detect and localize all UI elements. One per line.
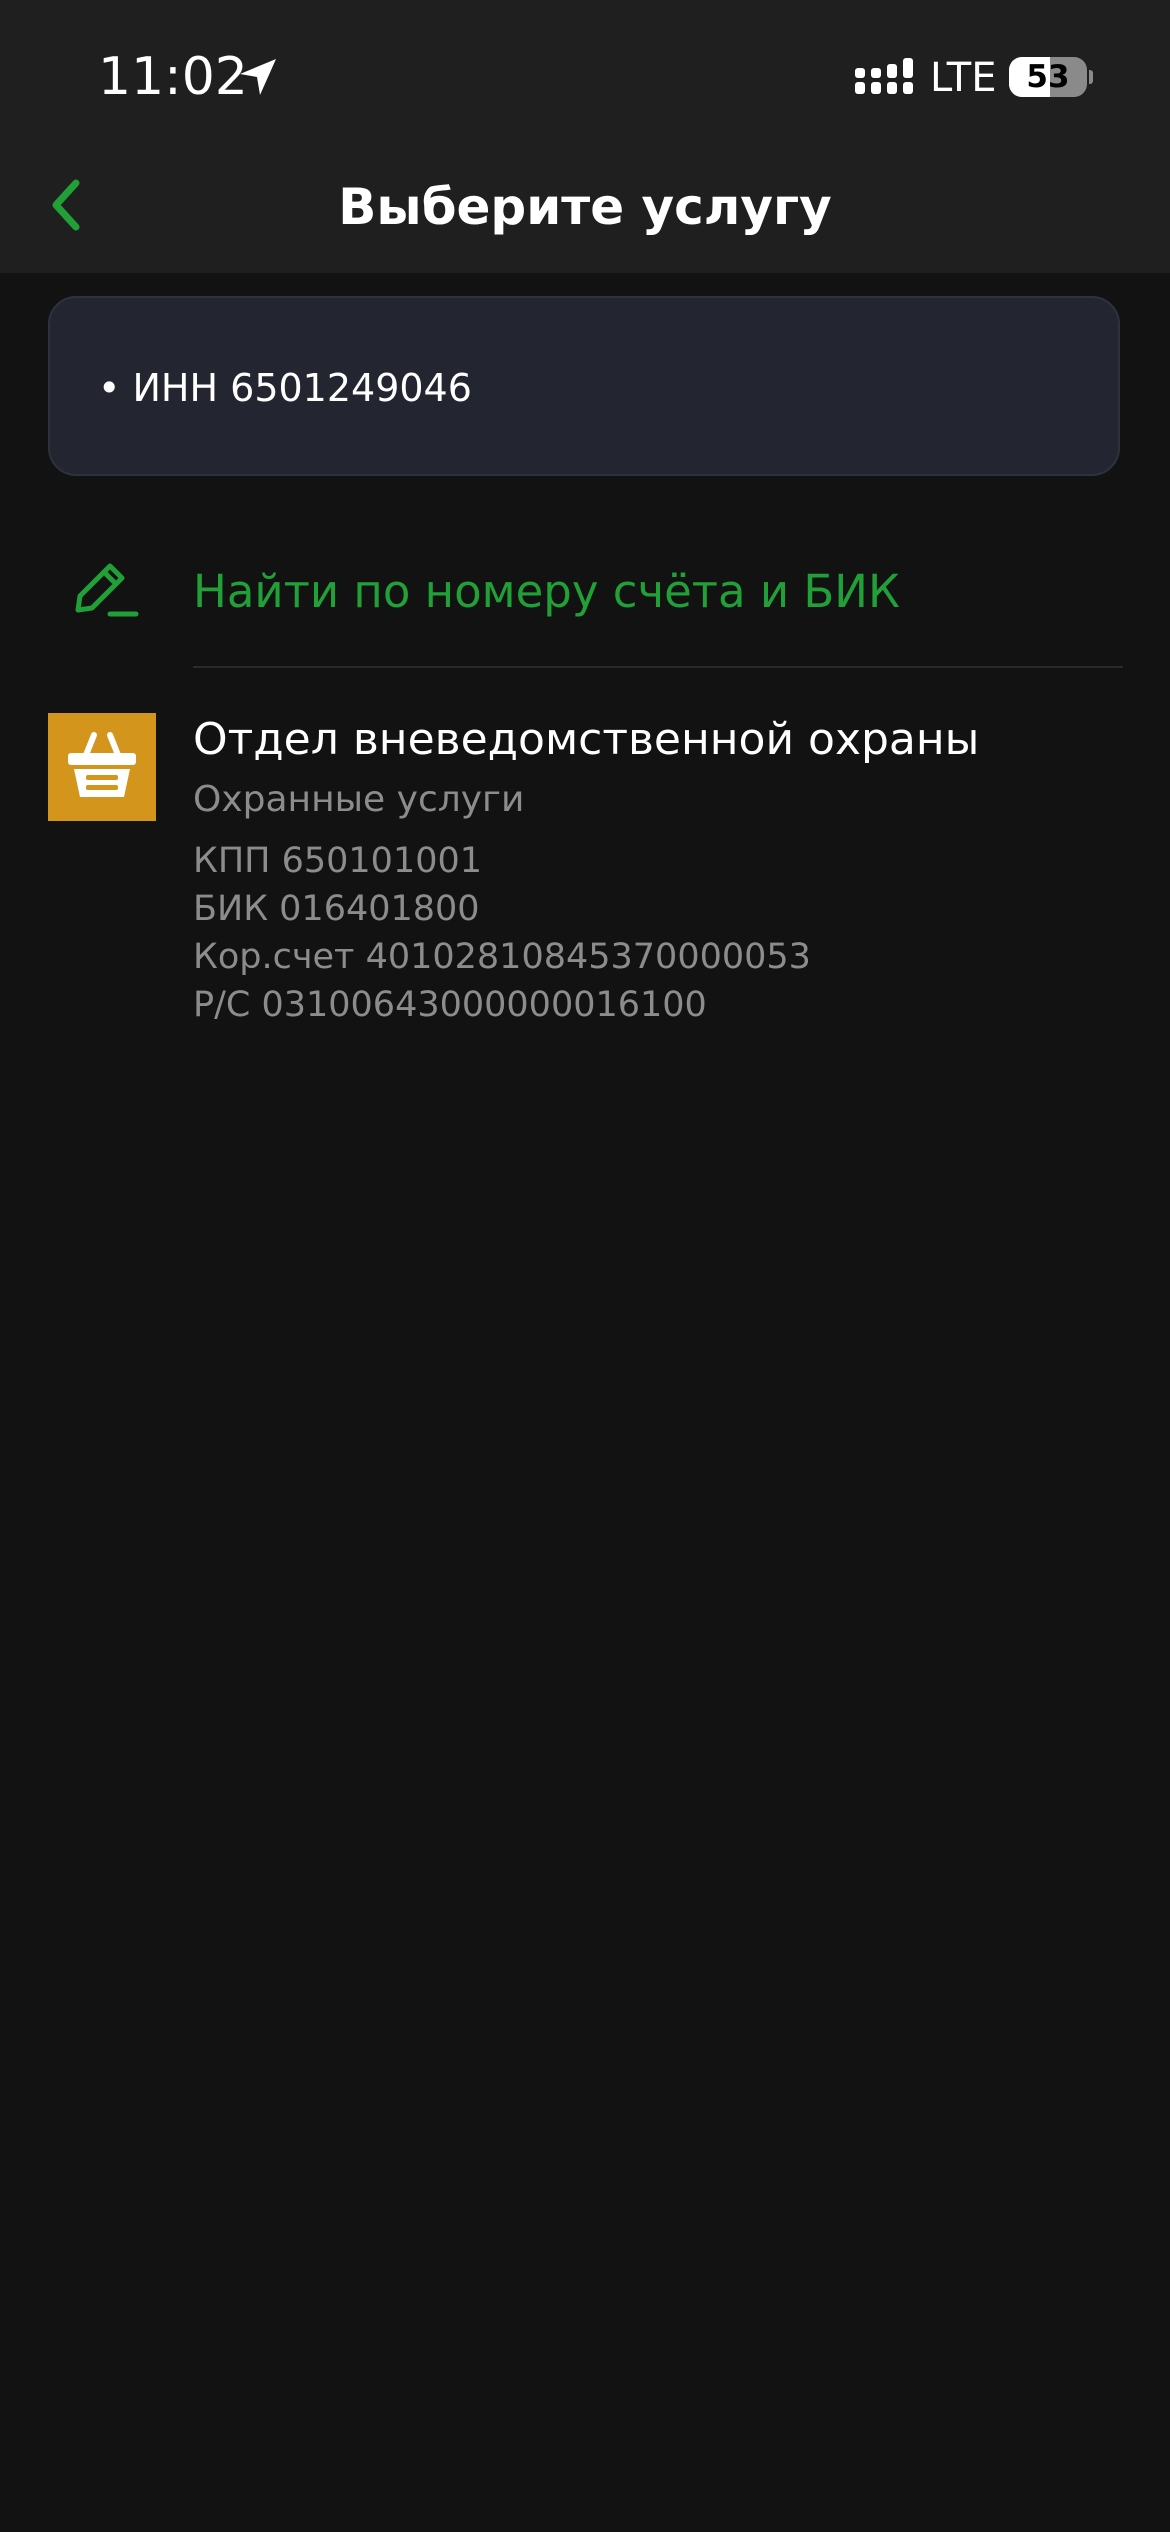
- inn-card[interactable]: • ИНН 6501249046: [48, 296, 1120, 476]
- service-item[interactable]: Отдел вневедомственной охраны Охранные у…: [0, 700, 1170, 1040]
- service-name: Отдел вневедомственной охраны: [193, 714, 980, 765]
- divider: [193, 666, 1123, 668]
- service-bik: БИК 016401800: [193, 889, 480, 929]
- network-type: LTE: [930, 55, 997, 101]
- pencil-icon: [75, 563, 139, 617]
- basket-icon: [68, 732, 136, 797]
- status-time: 11:02: [98, 47, 248, 107]
- chevron-left-icon: [52, 179, 80, 231]
- find-by-account-label: Найти по номеру счёта и БИК: [193, 565, 900, 618]
- service-logo: [48, 713, 156, 821]
- battery-cap: [1089, 70, 1093, 84]
- battery-icon: 53: [1009, 57, 1087, 97]
- location-arrow-icon: [240, 59, 276, 95]
- service-account: Р/С 03100643000000016100: [193, 985, 707, 1025]
- back-button[interactable]: [38, 165, 108, 245]
- signal-icon: [855, 58, 913, 94]
- service-category: Охранные услуги: [193, 779, 525, 820]
- service-corr-account: Кор.счет 40102810845370000053: [193, 937, 811, 977]
- battery-level: 53: [1026, 59, 1070, 95]
- page-title: Выберите услугу: [338, 178, 832, 236]
- service-kpp: КПП 650101001: [193, 841, 483, 881]
- inn-text: • ИНН 6501249046: [98, 366, 472, 410]
- service-details: КПП 650101001 БИК 016401800 Кор.счет 401…: [193, 837, 811, 1029]
- find-by-account-button[interactable]: Найти по номеру счёта и БИК: [0, 540, 1170, 670]
